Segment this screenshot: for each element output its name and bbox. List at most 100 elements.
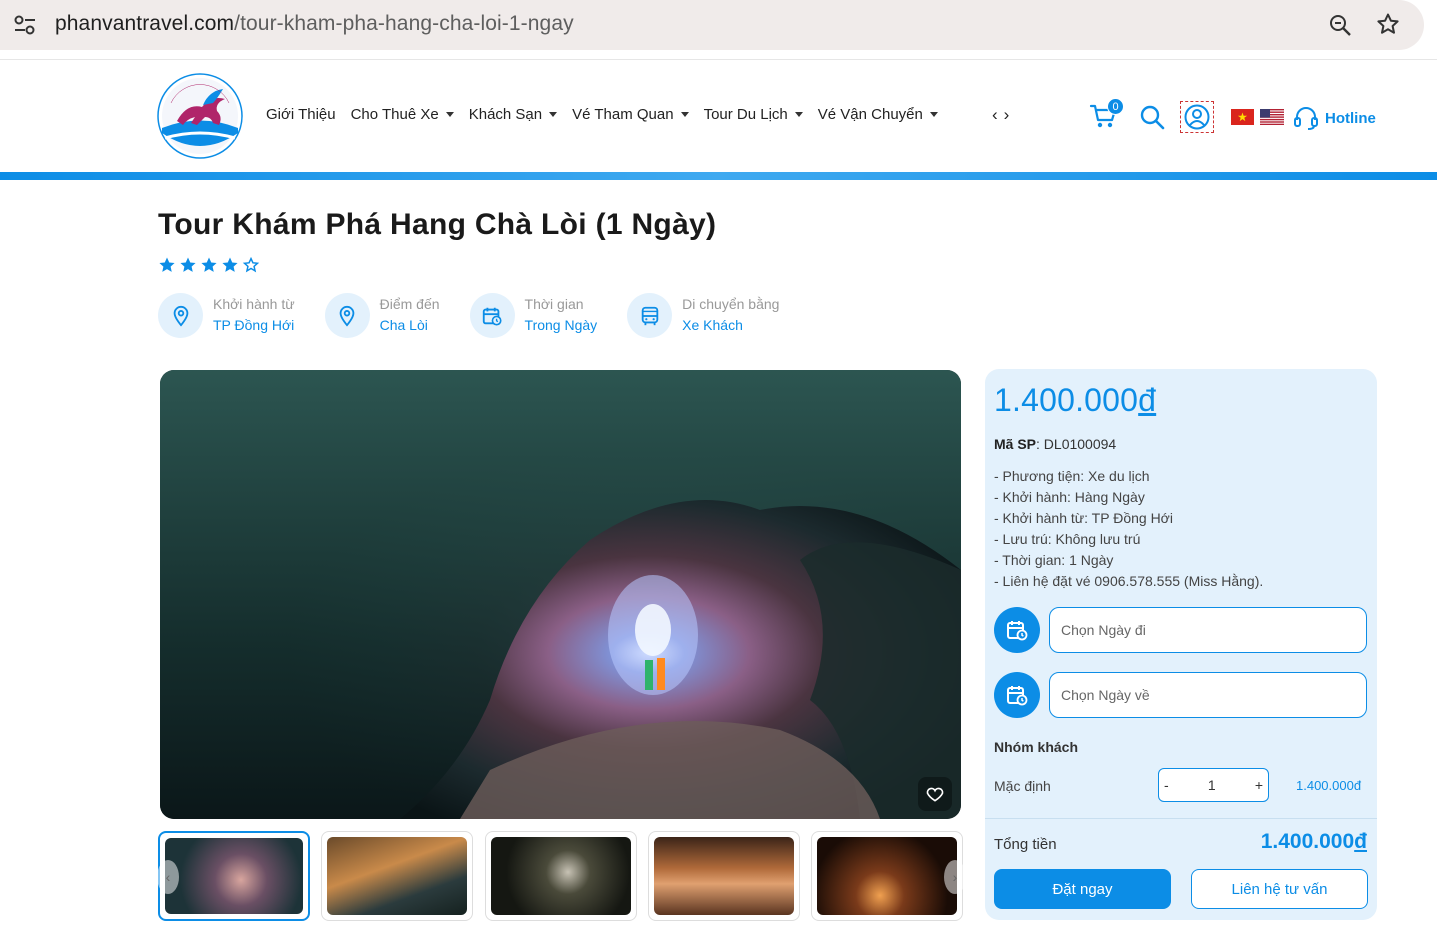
info-duration: Thời gian Trong Ngày bbox=[469, 293, 597, 338]
account-button[interactable] bbox=[1180, 101, 1214, 133]
us-flag-icon[interactable] bbox=[1260, 109, 1284, 125]
calendar-clock-icon bbox=[1007, 621, 1028, 641]
chevron-right-icon[interactable]: › bbox=[1004, 105, 1016, 124]
rating-stars bbox=[158, 256, 260, 274]
caret-down-icon bbox=[549, 112, 558, 117]
nav-item-ve-van-chuyen[interactable]: Vé Vận Chuyển bbox=[818, 106, 938, 123]
product-code: Mã SP: DL0100094 bbox=[994, 436, 1116, 452]
star-filled-icon bbox=[222, 257, 238, 272]
depart-date-input[interactable] bbox=[1049, 607, 1367, 653]
price-amount: 1.400.000 bbox=[994, 382, 1139, 418]
chevron-left-icon[interactable]: ‹ bbox=[157, 860, 179, 894]
price-currency: đ bbox=[1138, 382, 1157, 418]
nav-item-cho-thue-xe[interactable]: Cho Thuê Xe bbox=[351, 106, 454, 123]
thumbnail[interactable] bbox=[811, 831, 963, 921]
thumbnail[interactable] bbox=[648, 831, 800, 921]
nav-scroll-arrows[interactable]: ‹› bbox=[992, 105, 1015, 125]
page-title: Tour Khám Phá Hang Chà Lòi (1 Ngày) bbox=[158, 208, 717, 241]
thumbnail[interactable] bbox=[158, 831, 310, 921]
sku-label: Mã SP bbox=[994, 436, 1037, 452]
tour-main-photo[interactable] bbox=[160, 370, 961, 819]
return-date-input[interactable] bbox=[1049, 672, 1367, 718]
chevron-left-icon[interactable]: ‹ bbox=[992, 105, 1004, 124]
booking-panel: 1.400.000đ Mã SP: DL0100094 - Phương tiệ… bbox=[985, 369, 1377, 920]
calendar-clock-icon bbox=[1007, 686, 1028, 706]
site-header: Giới Thiệu Cho Thuê Xe Khách Sạn Vé Tham… bbox=[0, 61, 1437, 173]
caret-down-icon bbox=[794, 112, 803, 117]
bookmark-star-icon[interactable] bbox=[1376, 12, 1400, 36]
quantity-value[interactable]: 1 bbox=[1169, 777, 1255, 793]
url-text[interactable]: phanvantravel.com/tour-kham-pha-hang-cha… bbox=[55, 12, 574, 36]
nav-label: Tour Du Lịch bbox=[703, 106, 788, 123]
star-filled-icon bbox=[201, 257, 217, 272]
browser-toolbar: phanvantravel.com/tour-kham-pha-hang-cha… bbox=[0, 0, 1437, 60]
star-outline-icon bbox=[242, 256, 260, 273]
contact-consult-button[interactable]: Liên hệ tư vấn bbox=[1191, 869, 1368, 909]
header-divider-strip bbox=[0, 172, 1437, 180]
zoom-icon[interactable] bbox=[1328, 13, 1352, 37]
nav-item-gioi-thieu[interactable]: Giới Thiệu bbox=[266, 106, 336, 123]
nav-label: Vé Tham Quan bbox=[572, 106, 674, 123]
thumbnail[interactable] bbox=[485, 831, 637, 921]
caret-down-icon bbox=[680, 112, 689, 117]
star-filled-icon bbox=[159, 257, 175, 272]
info-value: TP Đồng Hới bbox=[213, 317, 295, 333]
caret-down-icon bbox=[445, 112, 454, 117]
nav-label: Giới Thiệu bbox=[266, 106, 336, 123]
detail-line: - Lưu trú: Không lưu trú bbox=[994, 531, 1141, 547]
increase-button[interactable]: + bbox=[1255, 777, 1263, 793]
search-icon[interactable] bbox=[1139, 104, 1165, 130]
info-value: Xe Khách bbox=[682, 317, 743, 333]
total-price: 1.400.000đ bbox=[1261, 830, 1367, 854]
nav-item-khach-san[interactable]: Khách Sạn bbox=[469, 106, 558, 123]
thumbnail[interactable] bbox=[321, 831, 473, 921]
info-departure: Khởi hành từ TP Đồng Hới bbox=[158, 293, 295, 338]
address-bar[interactable]: phanvantravel.com/tour-kham-pha-hang-cha… bbox=[0, 0, 1424, 50]
total-amount: 1.400.000 bbox=[1260, 830, 1355, 853]
map-pin-icon bbox=[324, 293, 370, 338]
book-now-button[interactable]: Đặt ngay bbox=[994, 869, 1171, 909]
tour-details-list: - Phương tiện: Xe du lịch - Khởi hành: H… bbox=[994, 466, 1263, 592]
bus-icon bbox=[627, 293, 673, 338]
info-destination: Điểm đến Cha Lòi bbox=[324, 293, 440, 338]
star-filled-icon bbox=[180, 257, 196, 272]
nav-item-tour-du-lich[interactable]: Tour Du Lịch bbox=[704, 106, 803, 123]
chevron-right-icon[interactable]: › bbox=[944, 860, 966, 894]
return-calendar-button[interactable] bbox=[994, 672, 1040, 718]
url-host: phanvantravel.com bbox=[55, 12, 235, 35]
detail-line: - Thời gian: 1 Ngày bbox=[994, 552, 1114, 568]
url-path: /tour-kham-pha-hang-cha-loi-1-ngay bbox=[234, 12, 574, 35]
return-date-row bbox=[994, 672, 1368, 718]
sku-value: : DL0100094 bbox=[1036, 436, 1117, 452]
caret-down-icon bbox=[929, 112, 938, 117]
detail-line: - Khởi hành từ: TP Đồng Hới bbox=[994, 510, 1173, 526]
total-label: Tổng tiền bbox=[994, 836, 1057, 853]
site-settings-icon[interactable] bbox=[12, 13, 38, 37]
guest-type-label: Mặc định bbox=[994, 778, 1051, 794]
depart-date-row bbox=[994, 607, 1368, 653]
info-label: Thời gian bbox=[524, 296, 584, 312]
headset-icon bbox=[1294, 107, 1318, 130]
detail-line: - Phương tiện: Xe du lịch bbox=[994, 468, 1150, 484]
favorite-button[interactable] bbox=[918, 777, 952, 811]
depart-calendar-button[interactable] bbox=[994, 607, 1040, 653]
heart-icon bbox=[926, 787, 944, 802]
tour-price: 1.400.000đ bbox=[994, 382, 1156, 419]
line-price: 1.400.000đ bbox=[1296, 778, 1362, 793]
nav-item-ve-tham-quan[interactable]: Vé Tham Quan bbox=[572, 106, 689, 123]
nav-label: Vé Vận Chuyển bbox=[817, 106, 923, 123]
quantity-stepper: - 1 + bbox=[1158, 768, 1269, 802]
nav-label: Cho Thuê Xe bbox=[350, 106, 439, 123]
info-label: Di chuyển bằng bbox=[682, 296, 780, 312]
info-transport: Di chuyển bằng Xe Khách bbox=[627, 293, 779, 338]
user-circle-icon bbox=[1184, 104, 1210, 130]
guest-group-title: Nhóm khách bbox=[994, 739, 1079, 755]
detail-line: - Liên hệ đặt vé 0906.578.555 (Miss Hằng… bbox=[994, 573, 1264, 589]
hotline-link[interactable]: Hotline bbox=[1293, 105, 1376, 131]
total-currency: đ bbox=[1354, 830, 1367, 853]
vietnamese-flag-icon[interactable] bbox=[1231, 109, 1254, 125]
info-value: Cha Lòi bbox=[379, 317, 428, 333]
info-label: Khởi hành từ bbox=[213, 296, 295, 312]
photo-thumbnails bbox=[158, 831, 963, 923]
company-logo[interactable] bbox=[157, 73, 243, 159]
